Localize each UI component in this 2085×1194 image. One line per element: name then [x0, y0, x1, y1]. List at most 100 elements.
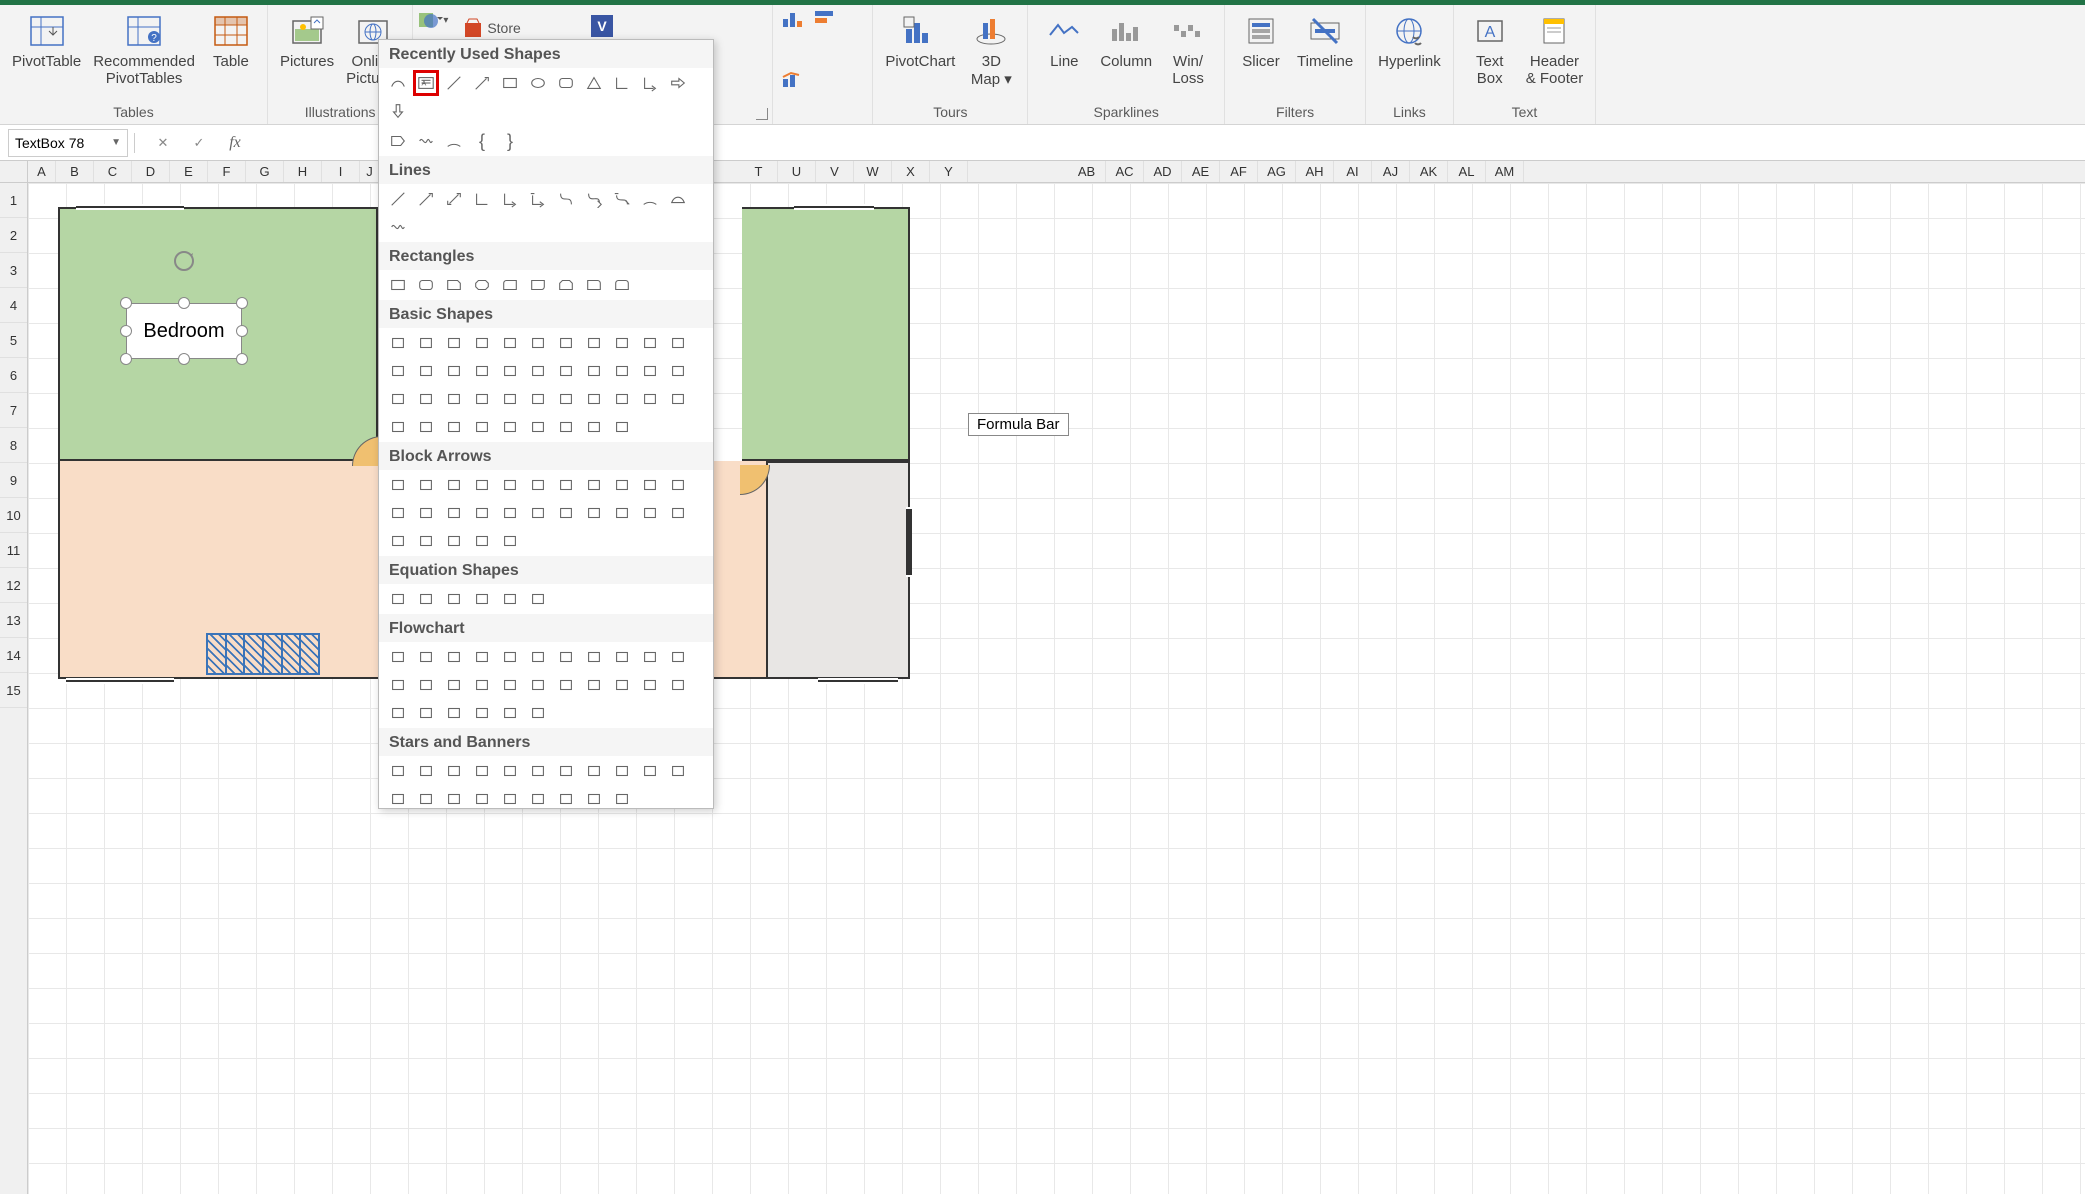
col-header[interactable]: I [322, 161, 360, 182]
shape-line-item[interactable] [609, 186, 635, 212]
shape-basic-item[interactable] [637, 358, 663, 384]
shape-star-item[interactable] [553, 786, 579, 809]
shape-block-arrow-item[interactable] [581, 472, 607, 498]
shape-oval[interactable] [525, 70, 551, 96]
window-bottom-right[interactable] [818, 678, 898, 684]
window-side[interactable] [906, 507, 912, 577]
shape-flowchart-item[interactable] [581, 644, 607, 670]
sparkline-line-button[interactable]: Line [1036, 9, 1092, 72]
shape-basic-item[interactable] [665, 330, 691, 356]
row-header[interactable]: 9 [0, 463, 27, 498]
shape-star-item[interactable] [469, 786, 495, 809]
shape-basic-item[interactable] [469, 414, 495, 440]
shape-text-box[interactable]: A [413, 70, 439, 96]
hyperlink-button[interactable]: Hyperlink [1374, 9, 1445, 72]
shape-block-arrow-item[interactable] [469, 528, 495, 554]
shape-basic-item[interactable] [637, 330, 663, 356]
shape-block-arrow-item[interactable] [609, 472, 635, 498]
shape-block-arrow-item[interactable] [637, 500, 663, 526]
shape-block-arrow-item[interactable] [609, 500, 635, 526]
header-footer-button[interactable]: Header & Footer [1522, 9, 1588, 89]
cancel-formula-icon[interactable]: ✕ [149, 129, 177, 157]
window-top-right[interactable] [794, 204, 874, 210]
shape-line-item[interactable] [385, 186, 411, 212]
bedroom-textbox-selected[interactable]: Bedroom [126, 303, 242, 359]
shape-star-item[interactable] [525, 758, 551, 784]
shape-rectangle[interactable] [497, 70, 523, 96]
shape-block-arrow-item[interactable] [441, 500, 467, 526]
row-header[interactable]: 2 [0, 218, 27, 253]
shape-line-item[interactable] [665, 186, 691, 212]
shape-star-item[interactable] [637, 758, 663, 784]
shape-block-arrow-item[interactable] [469, 472, 495, 498]
shape-equation-item[interactable] [385, 586, 411, 612]
shape-rect-item[interactable] [469, 272, 495, 298]
col-header[interactable]: AD [1144, 161, 1182, 182]
pivot-table-button[interactable]: PivotTable [8, 9, 85, 72]
col-header[interactable]: T [740, 161, 778, 182]
shape-flowchart-item[interactable] [385, 672, 411, 698]
resize-handle[interactable] [178, 353, 190, 365]
shapes-dropdown-icon[interactable] [417, 9, 443, 31]
shape-star-item[interactable] [441, 758, 467, 784]
shape-star-item[interactable] [497, 786, 523, 809]
3d-map-button[interactable]: 3DMap ▾ [963, 9, 1019, 90]
shape-basic-item[interactable] [413, 414, 439, 440]
shape-equation-item[interactable] [497, 586, 523, 612]
shape-basic-item[interactable] [385, 414, 411, 440]
shape-star-item[interactable] [609, 758, 635, 784]
shape-rect-item[interactable] [581, 272, 607, 298]
timeline-button[interactable]: Timeline [1293, 9, 1357, 72]
col-header[interactable]: A [28, 161, 56, 182]
shape-block-arrow-item[interactable] [497, 472, 523, 498]
shape-basic-item[interactable] [581, 330, 607, 356]
row-header[interactable]: 1 [0, 183, 27, 218]
shape-right-brace[interactable]: } [497, 128, 523, 154]
pivot-chart-button[interactable]: PivotChart [881, 9, 959, 72]
row-header[interactable]: 10 [0, 498, 27, 533]
shape-flowchart-item[interactable] [469, 700, 495, 726]
col-header[interactable]: U [778, 161, 816, 182]
shape-basic-item[interactable] [609, 330, 635, 356]
col-header[interactable]: AK [1410, 161, 1448, 182]
resize-handle[interactable] [236, 297, 248, 309]
shape-block-arrow-item[interactable] [385, 500, 411, 526]
col-header[interactable]: W [854, 161, 892, 182]
shape-basic-item[interactable] [413, 330, 439, 356]
shape-star-item[interactable] [497, 758, 523, 784]
col-header[interactable]: C [94, 161, 132, 182]
shape-down-arrow[interactable] [385, 98, 411, 124]
col-header[interactable]: AB [1068, 161, 1106, 182]
shape-flowchart-item[interactable] [385, 700, 411, 726]
shape-flowchart-item[interactable] [665, 644, 691, 670]
spreadsheet-grid[interactable]: Bedroom Formula Bar [28, 183, 2085, 1194]
shape-basic-item[interactable] [497, 330, 523, 356]
shape-rect-item[interactable] [609, 272, 635, 298]
col-header[interactable]: G [246, 161, 284, 182]
shape-block-arrow-item[interactable] [413, 500, 439, 526]
shape-basic-item[interactable] [525, 358, 551, 384]
shape-basic-item[interactable] [385, 330, 411, 356]
row-header[interactable]: 14 [0, 638, 27, 673]
col-header[interactable]: AG [1258, 161, 1296, 182]
shape-basic-item[interactable] [553, 386, 579, 412]
shape-star-item[interactable] [385, 758, 411, 784]
shape-basic-item[interactable] [637, 386, 663, 412]
shape-flowchart-item[interactable] [441, 644, 467, 670]
shape-equation-item[interactable] [413, 586, 439, 612]
grey-room[interactable] [766, 461, 910, 679]
shape-flowchart-item[interactable] [609, 644, 635, 670]
shape-basic-item[interactable] [553, 414, 579, 440]
resize-handle[interactable] [178, 297, 190, 309]
shape-star-item[interactable] [581, 758, 607, 784]
table-button[interactable]: Table [203, 9, 259, 72]
resize-handle[interactable] [120, 297, 132, 309]
shape-block-arrow-item[interactable] [497, 500, 523, 526]
row-header[interactable]: 15 [0, 673, 27, 708]
shape-equation-item[interactable] [441, 586, 467, 612]
stairs[interactable] [206, 633, 320, 675]
name-box-dropdown-icon[interactable]: ▼ [111, 137, 121, 148]
row-header[interactable]: 12 [0, 568, 27, 603]
shape-basic-item[interactable] [469, 386, 495, 412]
rotate-handle-icon[interactable] [170, 247, 198, 275]
